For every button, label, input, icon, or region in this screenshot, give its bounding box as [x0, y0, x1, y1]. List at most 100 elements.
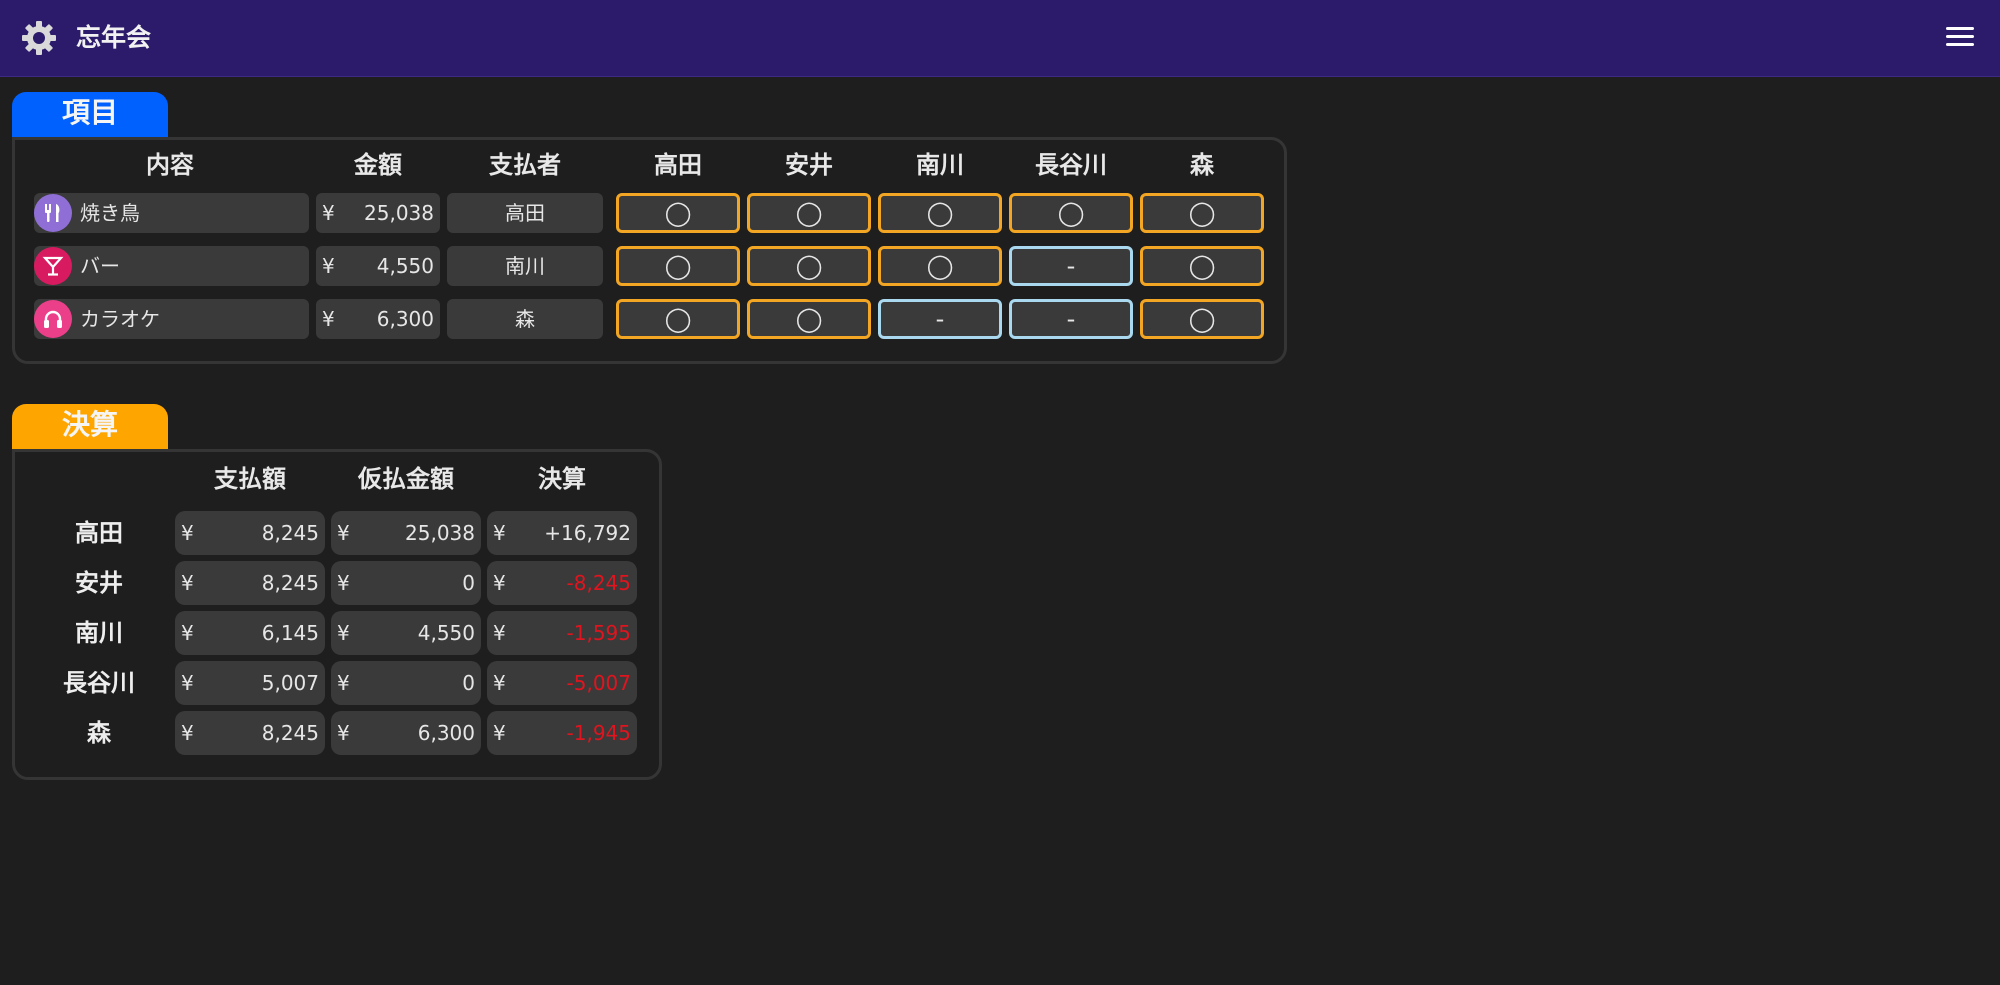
participation-toggle[interactable]: ◯ [616, 193, 740, 233]
currency-label: ¥ [493, 721, 506, 745]
balance-amount: ¥ -1,945 [487, 711, 637, 755]
settlement-section-tab: 決算 [12, 404, 168, 449]
amount-value: 4,550 [376, 254, 434, 278]
currency-label: ¥ [181, 671, 194, 695]
paid-amount: ¥6,145 [175, 611, 325, 655]
paid-amount: ¥8,245 [175, 561, 325, 605]
advance-amount: ¥4,550 [331, 611, 481, 655]
balance-value: -1,595 [566, 621, 631, 645]
advance-amount: ¥0 [331, 661, 481, 705]
item-amount-field[interactable]: ¥25,038 [316, 193, 440, 233]
currency-label: ¥ [322, 201, 335, 225]
item-amount-field[interactable]: ¥4,550 [316, 246, 440, 286]
participation-toggle[interactable]: ◯ [878, 193, 1002, 233]
balance-value: -8,245 [566, 571, 631, 595]
balance-amount: ¥ -8,245 [487, 561, 637, 605]
item-payer-select[interactable]: 南川 [447, 246, 603, 286]
participation-toggle[interactable]: ◯ [616, 246, 740, 286]
cocktail-icon [34, 247, 72, 285]
item-payer-select[interactable]: 森 [447, 299, 603, 339]
participation-toggle[interactable]: - [878, 299, 1002, 339]
member-name: 森 [87, 719, 111, 747]
participation-toggle[interactable]: ◯ [1009, 193, 1133, 233]
advance-amount: ¥0 [331, 561, 481, 605]
paid-value: 8,245 [261, 721, 319, 745]
currency-label: ¥ [337, 571, 350, 595]
item-name-field[interactable]: カラオケ [34, 299, 309, 339]
balance-amount: ¥ -1,595 [487, 611, 637, 655]
page-title: 忘年会 [76, 23, 152, 52]
participation-toggle[interactable]: ◯ [1140, 193, 1264, 233]
column-header-advance: 仮払金額 [358, 465, 454, 493]
member-name: 長谷川 [63, 669, 135, 697]
currency-label: ¥ [493, 621, 506, 645]
item-name-field[interactable]: バー [34, 246, 309, 286]
paid-value: 6,145 [261, 621, 319, 645]
currency-label: ¥ [337, 621, 350, 645]
participation-toggle[interactable]: ◯ [747, 246, 871, 286]
column-header-paid: 支払額 [214, 465, 286, 493]
participation-toggle[interactable]: ◯ [616, 299, 740, 339]
amount-value: 25,038 [364, 201, 434, 225]
member-name: 高田 [75, 519, 123, 547]
paid-amount: ¥8,245 [175, 711, 325, 755]
advance-value: 6,300 [417, 721, 475, 745]
currency-label: ¥ [181, 521, 194, 545]
headphones-icon [34, 300, 72, 338]
advance-value: 4,550 [417, 621, 475, 645]
currency-label: ¥ [337, 671, 350, 695]
column-header-member-5: 森 [1190, 151, 1214, 179]
balance-value: -5,007 [566, 671, 631, 695]
column-header-balance: 決算 [538, 465, 586, 493]
column-header-member-3: 南川 [916, 151, 964, 179]
participation-toggle[interactable]: ◯ [1140, 299, 1264, 339]
currency-label: ¥ [337, 521, 350, 545]
paid-value: 5,007 [261, 671, 319, 695]
balance-value: +16,792 [544, 521, 631, 545]
column-header-member-1: 高田 [654, 151, 702, 179]
column-header-member-4: 長谷川 [1035, 151, 1107, 179]
currency-label: ¥ [181, 721, 194, 745]
advance-amount: ¥6,300 [331, 711, 481, 755]
paid-value: 8,245 [261, 521, 319, 545]
amount-value: 6,300 [376, 307, 434, 331]
advance-value: 0 [462, 571, 475, 595]
participation-toggle[interactable]: ◯ [747, 193, 871, 233]
column-header-amount: 金額 [354, 151, 402, 179]
participation-toggle[interactable]: ◯ [1140, 246, 1264, 286]
currency-label: ¥ [322, 307, 335, 331]
items-section-tab: 項目 [12, 92, 168, 137]
advance-value: 25,038 [405, 521, 475, 545]
currency-label: ¥ [493, 671, 506, 695]
participation-toggle[interactable]: - [1009, 246, 1133, 286]
balance-amount: ¥ +16,792 [487, 511, 637, 555]
member-name: 安井 [75, 569, 123, 597]
currency-label: ¥ [181, 621, 194, 645]
currency-label: ¥ [181, 571, 194, 595]
utensils-icon [34, 194, 72, 232]
currency-label: ¥ [322, 254, 335, 278]
currency-label: ¥ [337, 721, 350, 745]
paid-value: 8,245 [261, 571, 319, 595]
participation-toggle[interactable]: ◯ [878, 246, 1002, 286]
column-header-payer: 支払者 [489, 151, 561, 179]
column-header-content: 内容 [146, 151, 194, 179]
item-amount-field[interactable]: ¥6,300 [316, 299, 440, 339]
column-header-member-2: 安井 [785, 151, 833, 179]
balance-amount: ¥ -5,007 [487, 661, 637, 705]
currency-label: ¥ [493, 571, 506, 595]
item-payer-select[interactable]: 高田 [447, 193, 603, 233]
advance-value: 0 [462, 671, 475, 695]
balance-value: -1,945 [566, 721, 631, 745]
member-name: 南川 [75, 619, 123, 647]
paid-amount: ¥5,007 [175, 661, 325, 705]
advance-amount: ¥25,038 [331, 511, 481, 555]
participation-toggle[interactable]: - [1009, 299, 1133, 339]
currency-label: ¥ [493, 521, 506, 545]
paid-amount: ¥8,245 [175, 511, 325, 555]
item-name-field[interactable]: 焼き鳥 [34, 193, 309, 233]
hamburger-menu-icon[interactable] [1946, 24, 1976, 52]
participation-toggle[interactable]: ◯ [747, 299, 871, 339]
app-header: 忘年会 [0, 0, 2000, 77]
gear-icon[interactable] [20, 19, 58, 57]
